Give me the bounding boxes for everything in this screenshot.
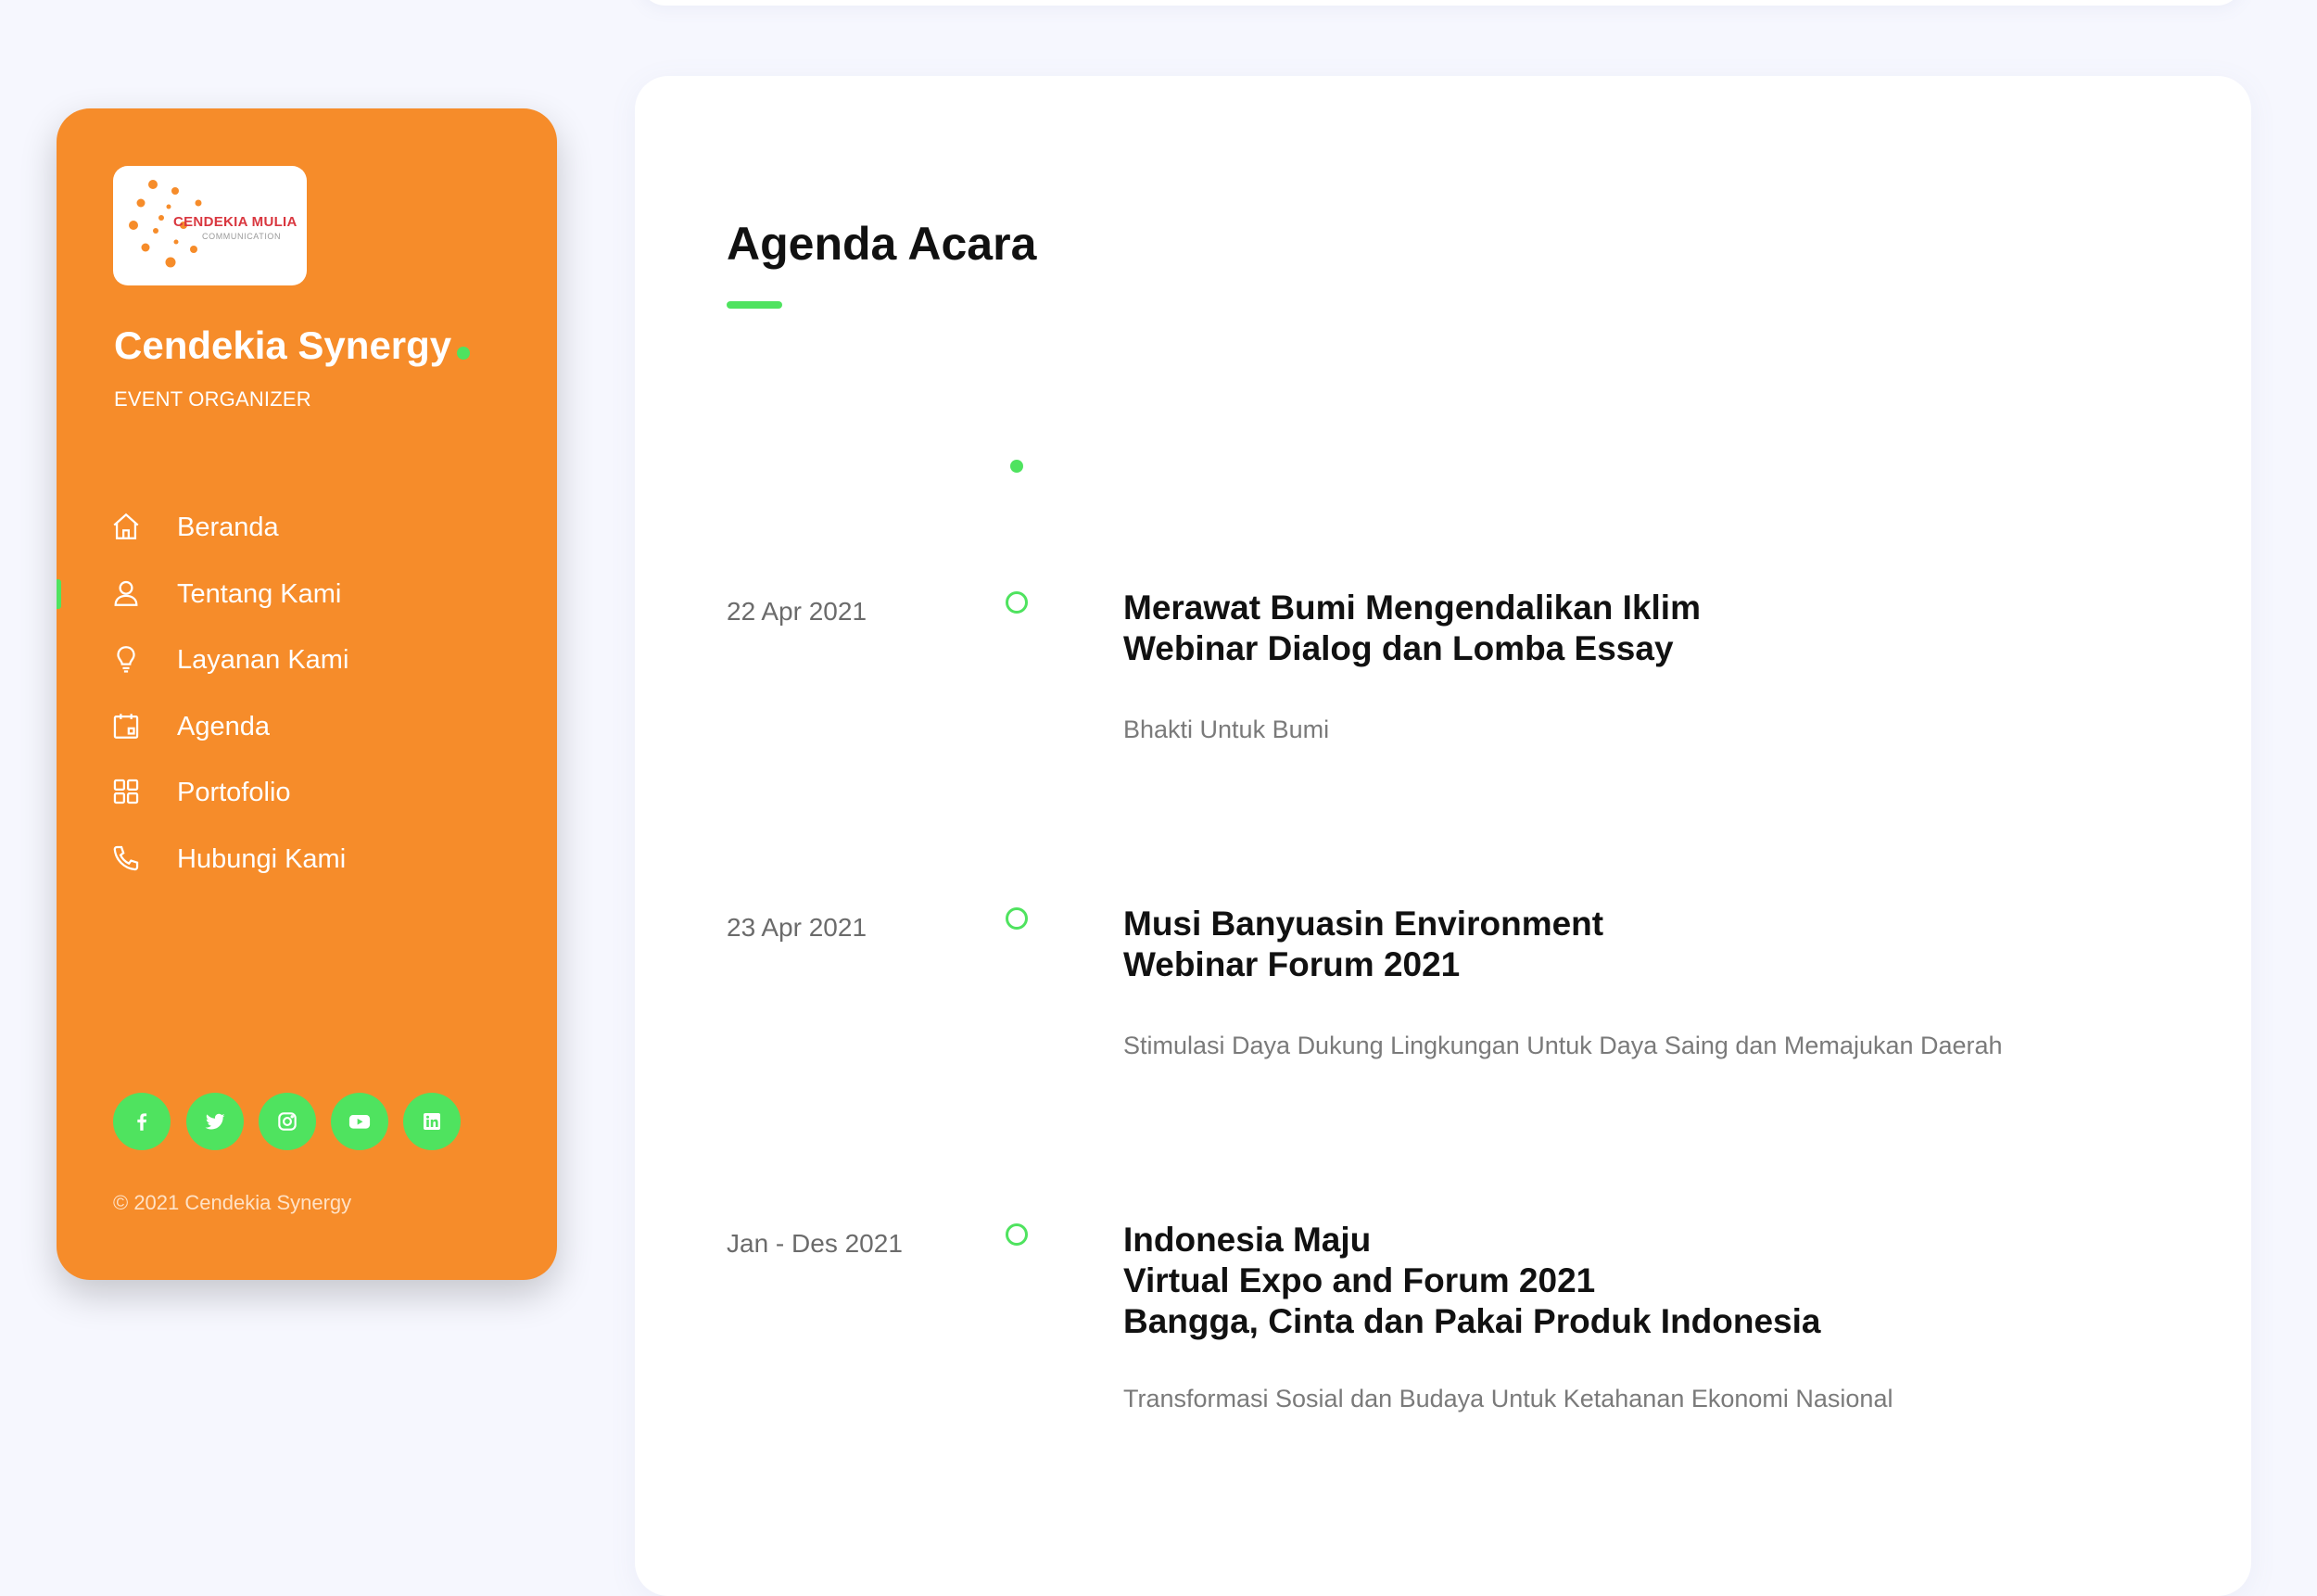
agenda-title[interactable]: Merawat Bumi Mengendalikan Iklim Webinar… [1123, 588, 1701, 669]
linkedin-button[interactable] [403, 1093, 461, 1150]
sidebar-item-layanan-kami[interactable]: Layanan Kami [57, 638, 557, 682]
company-logo[interactable]: CENDEKIA MULIA COMMUNICATION [113, 166, 307, 285]
agenda-date: 22 Apr 2021 [727, 597, 867, 626]
agenda-date: 23 Apr 2021 [727, 913, 867, 942]
sidebar-item-tentang-kami[interactable]: Tentang Kami [57, 572, 557, 616]
agenda-title-line: Bangga, Cinta dan Pakai Produk Indonesia [1123, 1302, 1821, 1340]
instagram-button[interactable] [259, 1093, 316, 1150]
sidebar-item-label: Tentang Kami [177, 579, 342, 609]
agenda-title-line: Musi Banyuasin Environment [1123, 905, 1604, 943]
agenda-date: Jan - Des 2021 [727, 1229, 903, 1258]
linkedin-icon [424, 1113, 440, 1130]
agenda-title-line: Webinar Dialog dan Lomba Essay [1123, 629, 1674, 667]
agenda-title-line: Webinar Forum 2021 [1123, 945, 1461, 983]
sidebar-item-label: Portofolio [177, 778, 291, 807]
agenda-description: Transformasi Sosial dan Budaya Untuk Ket… [1123, 1385, 1893, 1412]
title-underline [727, 301, 782, 309]
timeline-dot [1006, 1223, 1028, 1246]
lightbulb-icon [117, 646, 135, 673]
twitter-icon [205, 1113, 225, 1130]
brand-dot [457, 347, 470, 360]
sidebar: CENDEKIA MULIA COMMUNICATION Cendekia Sy… [57, 108, 557, 1280]
agenda-title-line: Virtual Expo and Forum 2021 [1123, 1261, 1596, 1299]
youtube-button[interactable] [331, 1093, 388, 1150]
copyright-text: © 2021 Cendekia Synergy [113, 1191, 352, 1214]
agenda-title-line: Merawat Bumi Mengendalikan Iklim [1123, 589, 1701, 627]
phone-icon [113, 845, 139, 871]
agenda-description: Bhakti Untuk Bumi [1123, 716, 1330, 743]
page-title: Agenda Acara [727, 218, 1037, 270]
facebook-icon [137, 1113, 147, 1131]
timeline-start-dot [1010, 460, 1023, 473]
grid-icon [113, 779, 139, 804]
agenda-title-line: Indonesia Maju [1123, 1221, 1372, 1259]
brand-name[interactable]: Cendekia Synergy [114, 323, 451, 368]
agenda-card: Agenda Acara 22 Apr 2021 Merawat Bumi Me… [635, 76, 2251, 1596]
facebook-button[interactable] [113, 1093, 171, 1150]
logo-text-main: CENDEKIA MULIA [173, 214, 298, 230]
sidebar-item-label: Beranda [177, 513, 279, 542]
top-header-strip [639, 0, 2243, 6]
twitter-button[interactable] [186, 1093, 244, 1150]
home-icon [113, 513, 139, 539]
agenda-description: Stimulasi Daya Dukung Lingkungan Untuk D… [1123, 1032, 2003, 1059]
timeline-dot [1006, 907, 1028, 930]
sidebar-item-portofolio[interactable]: Portofolio [57, 770, 557, 815]
calendar-icon [113, 714, 139, 739]
timeline-dot [1006, 591, 1028, 614]
active-indicator [57, 579, 61, 609]
sidebar-item-hubungi-kami[interactable]: Hubungi Kami [57, 837, 557, 881]
instagram-icon [278, 1112, 297, 1131]
sidebar-item-agenda[interactable]: Agenda [57, 704, 557, 749]
user-icon [114, 580, 138, 606]
brand-tagline: EVENT ORGANIZER [114, 387, 311, 411]
sidebar-item-label: Agenda [177, 712, 270, 741]
sidebar-item-label: Hubungi Kami [177, 844, 347, 874]
logo-text-sub: COMMUNICATION [202, 232, 282, 241]
youtube-icon [348, 1115, 371, 1129]
agenda-title[interactable]: Indonesia Maju Virtual Expo and Forum 20… [1123, 1220, 1820, 1342]
sidebar-item-beranda[interactable]: Beranda [57, 505, 557, 550]
sidebar-item-label: Layanan Kami [177, 645, 349, 675]
agenda-title[interactable]: Musi Banyuasin Environment Webinar Forum… [1123, 904, 1603, 985]
